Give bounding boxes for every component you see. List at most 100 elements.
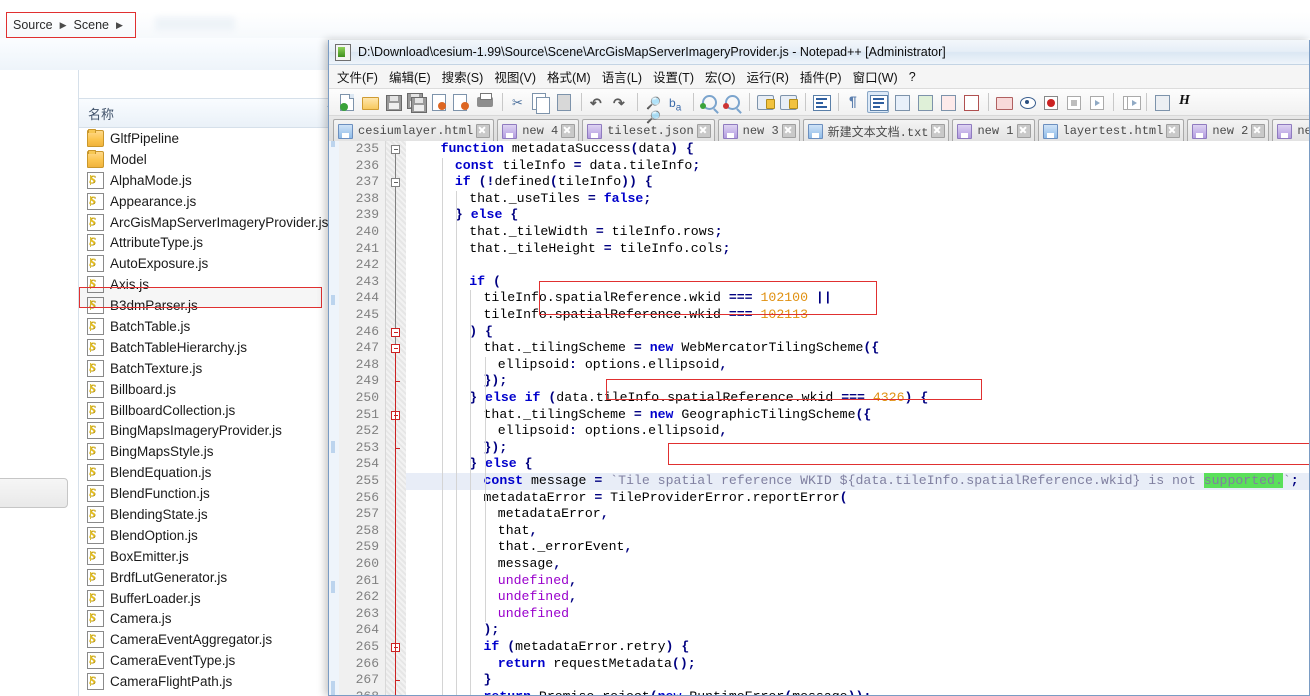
breadcrumb-item-scene[interactable]: Scene bbox=[74, 18, 109, 32]
code-line[interactable]: const tileInfo = data.tileInfo; bbox=[406, 158, 700, 175]
record-macro-icon[interactable] bbox=[1040, 92, 1060, 112]
close-file-icon[interactable] bbox=[429, 92, 449, 112]
code-line[interactable]: that._useTiles = false; bbox=[406, 191, 651, 208]
tab-0[interactable]: cesiumlayer.html bbox=[333, 119, 495, 142]
code-line[interactable]: ellipsoid: options.ellipsoid, bbox=[406, 423, 728, 440]
breadcrumb[interactable]: Source ▶ Scene ▶ bbox=[6, 12, 136, 38]
code-line[interactable]: that._tilingScheme = new WebMercatorTili… bbox=[406, 340, 880, 357]
code-line[interactable]: tileInfo.spatialReference.wkid === 10211… bbox=[406, 307, 809, 324]
sync-vertical-icon[interactable] bbox=[755, 92, 775, 112]
editor-area[interactable]: 235 236 237 238 239 240 241 242 243 244 245 246 247 2… bbox=[329, 141, 1309, 695]
menu-item-6[interactable]: 设置(T) bbox=[653, 67, 694, 86]
menu-item-2[interactable]: 搜索(S) bbox=[442, 67, 484, 86]
undo-icon[interactable]: ↶ bbox=[587, 92, 607, 112]
replace-icon[interactable]: ba bbox=[666, 92, 686, 113]
tab-8[interactable]: new 5 bbox=[1272, 119, 1309, 142]
user-defined-lang-icon[interactable] bbox=[892, 92, 912, 112]
menu-bar[interactable]: 文件(F) 编辑(E) 搜索(S) 视图(V) 格式(M) 语言(L) 设置(T) 宏(O) 运… bbox=[329, 65, 1309, 89]
menu-item-3[interactable]: 视图(V) bbox=[494, 67, 536, 86]
tab-5[interactable]: new 1 bbox=[952, 119, 1035, 142]
code-line[interactable]: } else { bbox=[406, 207, 518, 224]
indent-guide-icon[interactable] bbox=[867, 91, 889, 113]
sync-horizontal-icon[interactable] bbox=[778, 92, 798, 112]
tab-4[interactable]: 新建文本文档.txt bbox=[802, 119, 950, 142]
code-line[interactable]: metadataError = TileProviderError.report… bbox=[406, 490, 848, 507]
code-line[interactable]: if ( bbox=[406, 274, 501, 291]
folder-as-workspace-icon[interactable] bbox=[994, 92, 1014, 112]
fold-collapse-icon[interactable] bbox=[391, 327, 400, 337]
menu-item-8[interactable]: 运行(R) bbox=[747, 67, 789, 86]
word-wrap-icon[interactable] bbox=[811, 92, 831, 112]
tab-close-icon[interactable] bbox=[476, 124, 491, 138]
open-file-icon[interactable] bbox=[360, 92, 380, 112]
code-line[interactable]: that._tileWidth = tileInfo.rows; bbox=[406, 224, 722, 241]
show-all-chars-icon[interactable]: ¶ bbox=[844, 92, 864, 112]
monitoring-icon[interactable] bbox=[1017, 92, 1037, 112]
code-line[interactable]: that._errorEvent, bbox=[406, 539, 633, 556]
code-line[interactable]: undefined, bbox=[406, 589, 577, 606]
code-line[interactable]: if (metadataError.retry) { bbox=[406, 639, 690, 656]
doc-list-icon[interactable] bbox=[938, 92, 958, 112]
column-header-name[interactable]: 名称 bbox=[88, 104, 114, 123]
code-line[interactable]: that, bbox=[406, 523, 538, 540]
run-macro-multiple-icon[interactable] bbox=[1119, 92, 1141, 112]
code-line[interactable]: metadataError, bbox=[406, 506, 609, 523]
breadcrumb-item-source[interactable]: Source bbox=[13, 18, 53, 32]
code-line[interactable]: function metadataSuccess(data) { bbox=[406, 141, 694, 158]
save-all-icon[interactable] bbox=[406, 92, 427, 113]
code-line[interactable]: } bbox=[406, 672, 492, 689]
notepadpp-title-bar[interactable]: D:\Download\cesium-1.99\Source\Scene\Arc… bbox=[329, 40, 1309, 65]
tab-1[interactable]: new 4 bbox=[497, 119, 580, 142]
tab-7[interactable]: new 2 bbox=[1187, 119, 1270, 142]
toolbar[interactable]: ✂ ↶ ↷ 🔎🔎 ba ¶ H bbox=[329, 89, 1309, 124]
code-line[interactable]: that._tilingScheme = new GeographicTilin… bbox=[406, 407, 872, 424]
code-text[interactable]: function metadataSuccess(data) {const ti… bbox=[406, 141, 1309, 695]
code-folding-gutter[interactable] bbox=[386, 141, 406, 695]
menu-item-11[interactable]: ? bbox=[909, 70, 916, 84]
zoom-out-icon[interactable] bbox=[722, 92, 742, 112]
menu-item-0[interactable]: 文件(F) bbox=[337, 67, 378, 86]
code-line[interactable]: ) { bbox=[406, 324, 493, 341]
redo-icon[interactable]: ↷ bbox=[610, 92, 630, 112]
code-line[interactable]: return requestMetadata(); bbox=[406, 656, 696, 673]
copy-icon[interactable] bbox=[531, 92, 551, 114]
code-line[interactable] bbox=[406, 257, 412, 274]
tab-6[interactable]: layertest.html bbox=[1037, 119, 1185, 142]
tab-close-icon[interactable] bbox=[931, 124, 946, 138]
find-icon[interactable]: 🔎🔎 bbox=[643, 92, 663, 124]
tab-close-icon[interactable] bbox=[561, 124, 576, 138]
tab-3[interactable]: new 3 bbox=[717, 119, 800, 142]
code-line[interactable]: const message = `Tile spatial reference … bbox=[406, 473, 1299, 490]
tab-close-icon[interactable] bbox=[1166, 124, 1181, 138]
code-line[interactable]: that._tileHeight = tileInfo.cols; bbox=[406, 241, 730, 258]
tab-close-icon[interactable] bbox=[1016, 124, 1031, 138]
nav-pane-button[interactable] bbox=[0, 478, 68, 508]
menu-item-7[interactable]: 宏(O) bbox=[705, 67, 736, 86]
menu-item-10[interactable]: 窗口(W) bbox=[853, 67, 898, 86]
print-icon[interactable] bbox=[475, 92, 495, 112]
code-line[interactable]: undefined bbox=[406, 606, 569, 623]
zoom-in-icon[interactable] bbox=[699, 92, 719, 112]
code-line[interactable]: undefined, bbox=[406, 573, 577, 590]
stop-record-icon[interactable] bbox=[1063, 92, 1083, 112]
paste-icon[interactable] bbox=[554, 92, 574, 112]
save-icon[interactable] bbox=[383, 92, 403, 112]
close-all-icon[interactable] bbox=[452, 92, 472, 112]
code-line[interactable]: ); bbox=[406, 622, 500, 639]
run-icon[interactable]: H bbox=[1175, 92, 1195, 112]
code-line[interactable]: ellipsoid: options.ellipsoid, bbox=[406, 357, 728, 374]
tab-close-icon[interactable] bbox=[1251, 124, 1266, 138]
cut-icon[interactable]: ✂ bbox=[508, 92, 528, 112]
menu-item-4[interactable]: 格式(M) bbox=[547, 67, 591, 86]
code-line[interactable]: if (!defined(tileInfo)) { bbox=[406, 174, 653, 191]
explorer-navigation-pane[interactable] bbox=[0, 70, 79, 696]
doc-map-icon[interactable] bbox=[915, 92, 935, 112]
playback-macro-icon[interactable] bbox=[1086, 92, 1106, 112]
code-line[interactable]: return Promise.reject(new RuntimeError(m… bbox=[406, 689, 872, 695]
tab-close-icon[interactable] bbox=[696, 124, 711, 138]
tab-close-icon[interactable] bbox=[781, 124, 796, 138]
menu-item-1[interactable]: 编辑(E) bbox=[389, 67, 431, 86]
new-file-icon[interactable] bbox=[337, 92, 357, 112]
save-macro-icon[interactable] bbox=[1152, 92, 1172, 112]
function-list-icon[interactable] bbox=[961, 92, 981, 112]
